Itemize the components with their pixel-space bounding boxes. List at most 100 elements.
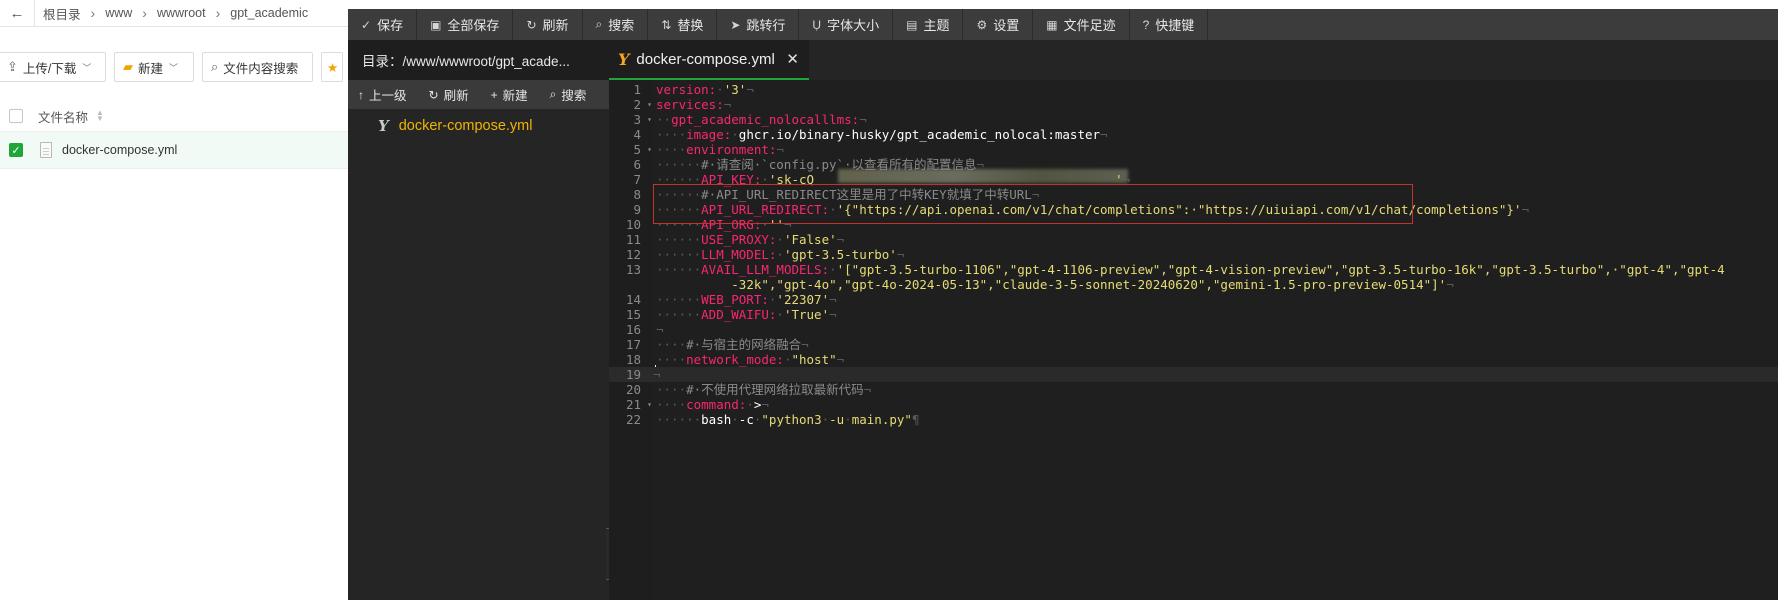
menu-label: 全部保存 [447,18,500,33]
upload-download-button[interactable]: ⇪ 上传/下载 ﹀ [0,52,106,82]
indent-marker: ······ [656,157,702,172]
breadcrumb: ← 根目录 › www › wwwroot › gpt_academic [0,0,348,27]
file-checkbox[interactable]: ✓ [9,143,23,157]
code-token: API_KEY: [701,172,762,187]
breadcrumb-item-wwwroot[interactable]: › wwwroot [132,5,205,21]
menu-history-button[interactable]: ▦ 文件足迹 [1033,9,1130,40]
history-icon: ▦ [1046,17,1058,32]
code-line: ······API_KEY:·'sk-cQ '¬ [656,172,1130,187]
close-icon[interactable]: ✕ [786,50,799,68]
menu-font-size-button[interactable]: Ụ 字体大小 [799,9,894,40]
sidebar-new-button[interactable]: + 新建 [481,85,540,104]
line-number-row: 4 [609,127,653,142]
code-token: #·API_URL_REDIRECT这里是用了中转KEY就填了中转URL [701,187,1032,202]
menu-label: 字体大小 [827,18,880,33]
sidebar-toolbar: ↑ 上一级 ↻ 刷新 + 新建 ⌕ 搜索 [348,80,609,109]
column-header-filename[interactable]: 文件名称 [38,107,88,126]
refresh-icon: ↻ [428,87,439,102]
code-token: '' [768,217,784,232]
indent-marker: ···· [656,397,687,412]
code-line: services:¬ [656,97,731,112]
line-number: 7 [633,172,641,187]
code-token: · [746,397,754,412]
sidebar-refresh-button[interactable]: ↻ 刷新 [419,85,481,104]
code-token: ¬ [1521,202,1529,217]
line-number-row: 8 [609,187,653,202]
code-token: ¬ [863,382,872,397]
code-token: ¬ [761,397,769,412]
line-number-row: 7 [609,172,653,187]
code-content[interactable]: version:·'3'¬ services:¬ ··gpt_academic_no… [653,80,1778,600]
code-line: ··gpt_academic_nolocalllms:¬ [656,112,867,127]
code-token: AVAIL_LLM_MODELS: [701,262,830,277]
menu-label: 替换 [677,18,704,33]
breadcrumb-item-root[interactable]: 根目录 [35,4,81,23]
select-all-checkbox[interactable] [9,109,23,123]
fold-arrow-icon[interactable]: ▾ [647,97,652,112]
code-token: version: [656,82,717,97]
refresh-icon: ↻ [526,17,537,32]
menu-theme-button[interactable]: ▤ 主题 [893,9,964,40]
line-number-row: 20 [609,382,653,397]
back-arrow-icon[interactable]: ← [0,0,35,26]
line-number: 17 [625,337,641,352]
line-number: 2 [633,97,641,112]
code-token: · [844,412,852,427]
file-name[interactable]: docker-compose.yml [62,143,177,157]
arrow-up-icon: ↑ [358,87,364,102]
upload-icon: ⇪ [7,59,18,74]
tree-file-item[interactable]: Y docker-compose.yml [348,114,609,138]
tab-docker-compose[interactable]: Y docker-compose.yml ✕ [609,40,809,80]
code-token: API_URL_REDIRECT: [701,202,830,217]
code-editor[interactable]: 1 2 ▾ 3 ▾ 4 5 ▾ 6 7 8 9 10 11 12 13 14 15 16 17 18 19 20 21 ▾ 22 … [609,80,1778,600]
code-line: ····image:·ghcr.io/binary-husky/gpt_acad… [656,127,1108,142]
fold-arrow-icon[interactable]: ▾ [647,112,652,127]
parent-dir-button[interactable]: ↑ 上一级 [348,85,419,104]
menu-label: 设置 [993,18,1020,33]
line-number-row: 16 [609,322,653,337]
menu-settings-button[interactable]: ⚙ 设置 [963,9,1034,40]
code-token: ¬ [836,232,845,247]
line-number: 13 [625,262,641,277]
content-search-button[interactable]: ⌕ 文件内容搜索 [202,52,313,82]
file-row[interactable]: ✓ docker-compose.yml [0,131,348,169]
help-icon: ? [1142,17,1150,32]
line-number: 20 [625,382,641,397]
new-file-button[interactable]: ▰ 新建 ﹀ [114,52,194,82]
code-line: ······#·请查阅·`config.py`·以查看所有的配置信息¬ [656,157,984,172]
sort-icon[interactable]: ▲ ▼ [96,109,104,123]
indent-marker: ······ [656,217,702,232]
menu-refresh-button[interactable]: ↻ 刷新 [513,9,583,40]
breadcrumb-item-gpt-academic[interactable]: › gpt_academic [206,5,309,21]
sidebar-search-button[interactable]: ⌕ 搜索 [540,85,599,104]
menu-search-button[interactable]: ⌕ 搜索 [583,9,649,40]
code-token: ADD_WAIFU: [701,307,777,322]
code-token: ¬ [859,112,867,127]
fold-arrow-icon[interactable]: ▾ [647,142,652,157]
code-line: ······LLM_MODEL:·'gpt-3.5-turbo'¬ [656,247,904,262]
save-all-icon: ▣ [430,17,442,32]
menu-goto-line-button[interactable]: ➤ 跳转行 [717,9,800,40]
menu-replace-button[interactable]: ⇅ 替换 [648,9,718,40]
file-icon [40,142,52,158]
line-number-row: 13 [609,262,653,277]
favorites-button[interactable]: ★ [321,52,343,82]
breadcrumb-item-www[interactable]: › www [81,5,133,21]
code-line: -32k","gpt-4o","gpt-4o-2024-05-13","clau… [656,277,1453,292]
chevron-right-icon: › [90,5,96,21]
line-number: 18 [625,352,641,367]
fold-arrow-icon[interactable]: ▾ [647,397,652,412]
menu-save-button[interactable]: ✓ 保存 [348,9,418,40]
code-token: · [716,82,724,97]
code-line: ····command:·>¬ [656,397,769,412]
editor-sidebar: 目录：/www/wwwroot/gpt_acade... ↑ 上一级 ↻ 刷新 + 新… [348,40,609,600]
menu-save-all-button[interactable]: ▣ 全部保存 [417,9,514,40]
menu-label: 快捷键 [1155,18,1195,33]
indent-marker [656,277,731,292]
indent-marker: ···· [656,382,687,397]
directory-path: 目录：/www/wwwroot/gpt_acade... [348,40,609,80]
editor-toolbar: ✓ 保存 ▣ 全部保存 ↻ 刷新 ⌕ 搜索 ⇅ 替换 ➤ 跳转行 Ụ 字体大小 ▤ 主题 ⚙ 设置 ▦ 文件足迹? 快捷… [348,9,1778,40]
code-token: · [829,262,837,277]
menu-help-button[interactable]: ? 快捷键 [1130,9,1209,40]
line-number-row: 22 [609,412,653,427]
